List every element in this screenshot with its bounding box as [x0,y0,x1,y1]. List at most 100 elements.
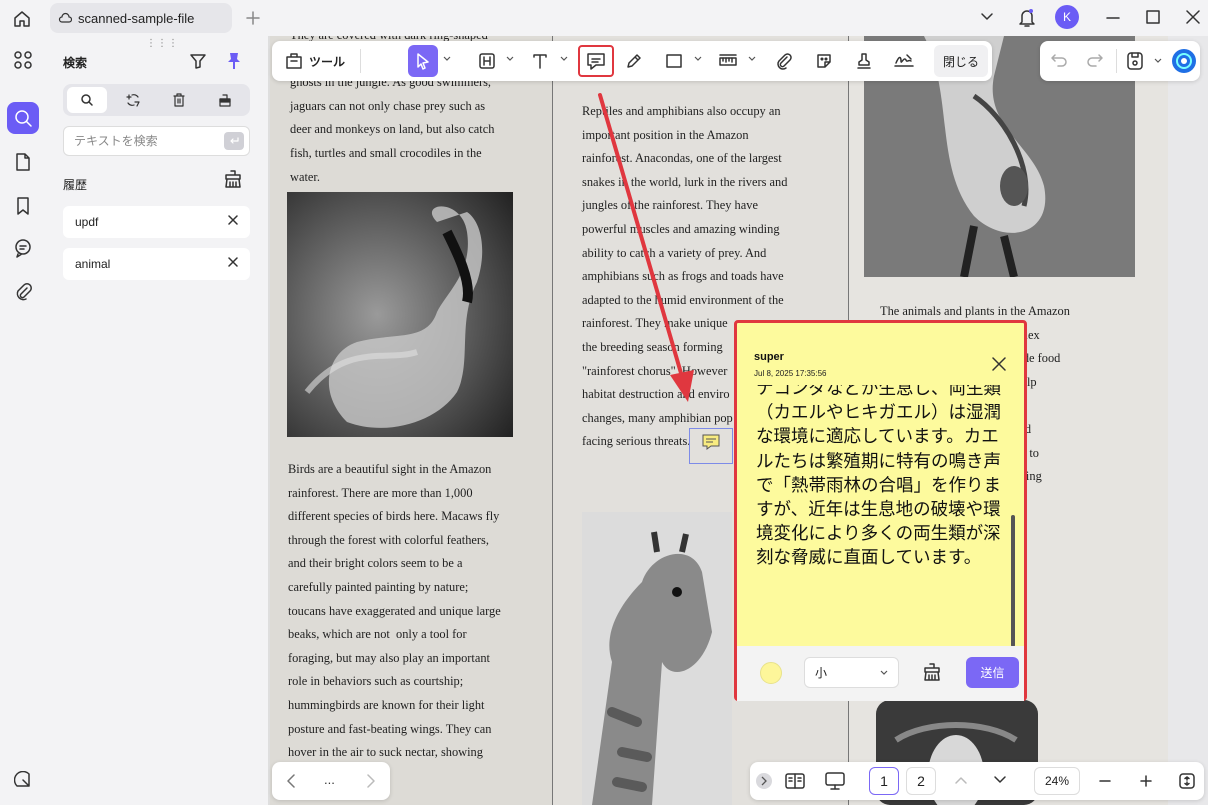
rectangle-icon [666,54,682,68]
page-2-button[interactable]: 2 [906,767,936,795]
collapse-icon[interactable] [756,773,772,789]
theme-icon[interactable] [7,764,39,796]
divider [360,49,361,73]
zoom-in-icon[interactable] [1139,774,1153,788]
note-icon [587,53,605,70]
remove-history-icon[interactable] [228,215,238,225]
chevron-down-icon [694,56,702,61]
document-tab-title: scanned-sample-file [78,10,195,26]
save-icon[interactable] [1126,51,1144,71]
shape-tool-button[interactable] [660,45,688,77]
highlight-tool-button[interactable] [473,45,501,77]
select-tool-button[interactable] [408,45,438,77]
giraffe-photo [582,512,732,805]
document-viewer[interactable]: They are covered with dark ring-shaped s… [268,36,1188,805]
note-author: super [754,351,784,363]
attachment-icon[interactable] [7,276,39,308]
search-panel: ⋮⋮⋮ 検索 履歴 updf animal [46,36,268,805]
note-color-picker[interactable] [760,662,782,684]
note-timestamp: Jul 8, 2025 17:35:56 [754,369,827,378]
font-size-select[interactable]: 小 [804,657,899,688]
history-item[interactable]: updf [63,206,250,238]
title-bar: scanned-sample-file K [0,0,1208,36]
divider [1116,49,1117,73]
tools-button[interactable]: ツール [280,45,350,77]
minimize-icon[interactable] [1106,16,1120,20]
delete-icon[interactable] [159,87,199,113]
note-marker[interactable] [689,428,733,464]
previous-icon[interactable] [286,774,296,788]
right-gutter [1168,36,1208,805]
page-1-button[interactable]: 1 [869,767,899,795]
stamp-tool-button[interactable] [850,45,878,77]
cloud-icon [58,12,72,24]
tools-icon [285,52,303,70]
zoom-out-icon[interactable] [1098,774,1112,788]
undo-icon[interactable] [1050,52,1068,68]
bell-icon[interactable] [1018,8,1036,28]
text-tool-button[interactable] [526,45,554,77]
left-rail [0,36,46,805]
flamingo-photo [287,192,513,437]
page-layout-icon[interactable] [784,772,806,790]
remove-history-icon[interactable] [228,257,238,267]
note-text[interactable]: ナコンダなどが生息し、両生類（カエルやヒキガエル）は湿潤な環境に適応しています。… [756,385,1014,643]
search-input[interactable] [64,127,214,155]
drag-handle[interactable]: ⋮⋮⋮ [146,38,179,49]
filter-icon[interactable] [189,52,207,70]
signature-tool-button[interactable] [890,45,918,77]
send-button[interactable]: 送信 [966,657,1019,688]
presentation-icon[interactable] [824,771,846,791]
page-control-bar: 1 2 24% [750,762,1204,800]
maximize-icon[interactable] [1146,10,1160,24]
cursor-icon [417,53,429,70]
clear-history-icon[interactable] [223,169,243,189]
history-item[interactable]: animal [63,248,250,280]
measure-tool-button[interactable] [714,45,742,77]
avatar[interactable]: K [1055,5,1079,29]
pin-icon[interactable] [226,52,242,70]
pencil-tool-button[interactable] [620,45,648,77]
previous-page-icon[interactable] [954,775,968,785]
chevron-down-icon[interactable] [980,12,994,22]
close-tools-button[interactable]: 閉じる [934,45,988,77]
document-tab[interactable]: scanned-sample-file [50,3,232,33]
comment-tool-button[interactable] [578,45,614,77]
bookmark-icon[interactable] [7,190,39,222]
ruler-icon [719,54,737,66]
navigation-bar: ... [272,762,390,800]
next-page-icon[interactable] [993,775,1007,785]
thumbnails-icon[interactable] [7,44,39,76]
zoom-level[interactable]: 24% [1034,767,1080,795]
attach-tool-button[interactable] [770,45,798,77]
chevron-down-icon [880,670,888,675]
comments-icon[interactable] [7,232,39,264]
more-menu[interactable]: ... [324,772,335,787]
chevron-down-icon [506,56,514,61]
sticker-tool-button[interactable] [810,45,838,77]
fit-page-icon[interactable] [1178,772,1196,790]
ai-assistant-icon[interactable] [1172,49,1196,73]
note-scrollbar[interactable] [1011,515,1015,647]
next-icon[interactable] [366,774,376,788]
redo-icon[interactable] [1086,52,1104,68]
paragraph-birds: Birds are a beautiful sight in the Amazo… [288,462,501,783]
enter-icon[interactable] [224,132,244,150]
home-icon[interactable] [12,9,32,29]
annotation-toolbar: ツール 閉じる [272,41,992,81]
search-panel-icon[interactable] [7,102,39,134]
history-title: 履歴 [63,178,88,192]
clear-icon[interactable] [922,662,942,682]
new-tab-icon[interactable] [245,10,261,26]
search-mode-segment [63,84,250,116]
pages-icon[interactable] [7,146,39,178]
redact-icon[interactable] [205,87,245,113]
chevron-down-icon [443,56,451,61]
close-icon[interactable] [992,357,1006,371]
sticky-note-popup[interactable]: super Jul 8, 2025 17:35:56 ナコンダなどが生息し、両生… [734,320,1027,701]
close-window-icon[interactable] [1186,10,1200,24]
panel-title: 検索 [63,56,88,70]
search-mode-text[interactable] [67,87,107,113]
highlight-icon [479,53,495,69]
replace-icon[interactable] [113,87,153,113]
